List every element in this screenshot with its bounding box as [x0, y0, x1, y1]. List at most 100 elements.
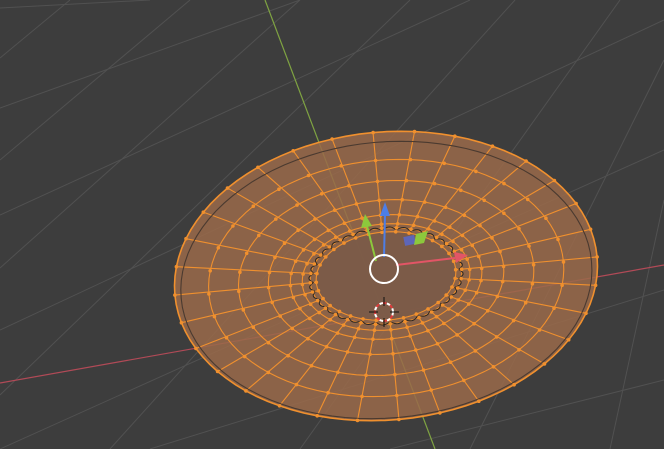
mesh-vertex[interactable] [326, 390, 330, 395]
mesh-vertex[interactable] [316, 288, 321, 293]
mesh-vertex[interactable] [453, 134, 457, 138]
mesh-vertex[interactable] [544, 216, 548, 220]
mesh-vertex[interactable] [361, 317, 365, 321]
mesh-vertex[interactable] [415, 214, 420, 219]
mesh-vertex[interactable] [421, 368, 426, 372]
mesh-vertex[interactable] [409, 227, 413, 231]
mesh-vertex[interactable] [459, 267, 464, 272]
mesh-vertex[interactable] [477, 254, 481, 259]
mesh-vertex[interactable] [256, 165, 260, 170]
mesh-vertex[interactable] [472, 321, 476, 326]
mesh-vertex[interactable] [584, 311, 588, 316]
mesh-vertex[interactable] [312, 262, 317, 266]
mesh-vertex[interactable] [332, 208, 337, 212]
mesh-vertex[interactable] [324, 344, 329, 349]
mesh-vertex[interactable] [282, 241, 287, 245]
mesh-vertex[interactable] [305, 262, 309, 266]
mesh-vertex[interactable] [490, 144, 495, 148]
mesh-vertex[interactable] [313, 217, 317, 221]
mesh-vertex[interactable] [354, 202, 359, 206]
mesh-vertex[interactable] [442, 321, 446, 326]
mesh-vertex[interactable] [333, 235, 338, 240]
mesh-vertex[interactable] [306, 336, 310, 341]
mesh-vertex[interactable] [412, 129, 417, 134]
mesh-vertex[interactable] [460, 233, 465, 238]
mesh-vertex[interactable] [338, 238, 343, 242]
mesh-vertex[interactable] [459, 248, 464, 252]
mesh-vertex[interactable] [473, 349, 478, 353]
mesh-vertex[interactable] [332, 247, 336, 252]
mesh-vertex[interactable] [449, 295, 454, 299]
mesh-vertex[interactable] [327, 245, 332, 249]
mesh-vertex[interactable] [401, 316, 406, 320]
mesh-vertex[interactable] [467, 267, 472, 272]
mesh-vertex[interactable] [330, 137, 334, 141]
mesh-vertex[interactable] [495, 294, 500, 299]
mesh-vertex[interactable] [395, 222, 400, 226]
mesh-vertex[interactable] [267, 270, 272, 275]
mesh-vertex[interactable] [179, 320, 184, 325]
mesh-vertex[interactable] [371, 337, 375, 342]
mesh-vertex[interactable] [443, 205, 448, 210]
mesh-vertex[interactable] [293, 259, 298, 264]
mesh-vertex[interactable] [408, 157, 413, 162]
mesh-vertex[interactable] [407, 231, 411, 235]
mesh-vertex[interactable] [455, 286, 460, 290]
mesh-vertex[interactable] [314, 280, 319, 285]
mesh-vertex[interactable] [388, 322, 393, 326]
mesh-vertex[interactable] [394, 226, 399, 230]
mesh-vertex[interactable] [561, 260, 566, 264]
mesh-vertex[interactable] [298, 306, 302, 311]
mesh-vertex[interactable] [342, 241, 346, 245]
mesh-vertex[interactable] [337, 309, 342, 314]
mesh-vertex[interactable] [517, 226, 521, 231]
mesh-vertex[interactable] [491, 365, 496, 369]
3d-viewport[interactable] [0, 0, 664, 449]
mesh-vertex[interactable] [266, 285, 271, 290]
mesh-vertex[interactable] [447, 251, 451, 256]
mesh-vertex[interactable] [525, 197, 530, 202]
mesh-vertex[interactable] [552, 178, 557, 183]
mesh-vertex[interactable] [440, 244, 444, 249]
mesh-vertex[interactable] [438, 411, 442, 415]
mesh-vertex[interactable] [309, 363, 314, 368]
mesh-vertex[interactable] [432, 181, 437, 186]
mesh-vertex[interactable] [434, 235, 439, 240]
mesh-vertex[interactable] [426, 307, 430, 311]
mesh-vertex[interactable] [360, 216, 364, 220]
mesh-vertex[interactable] [403, 319, 407, 324]
mesh-vertex[interactable] [542, 362, 547, 366]
mesh-vertex[interactable] [426, 328, 430, 333]
mesh-vertex[interactable] [266, 370, 271, 375]
mesh-vertex[interactable] [173, 293, 177, 297]
mesh-vertex[interactable] [353, 236, 358, 240]
mesh-vertex[interactable] [174, 264, 179, 269]
mesh-vertex[interactable] [207, 292, 211, 296]
mesh-vertex[interactable] [397, 417, 401, 422]
mesh-vertex[interactable] [277, 187, 281, 191]
mesh-vertex[interactable] [560, 283, 564, 288]
mesh-vertex[interactable] [588, 227, 593, 232]
mesh-vertex[interactable] [440, 232, 444, 237]
mesh-vertex[interactable] [498, 249, 502, 254]
mesh-vertex[interactable] [455, 333, 459, 337]
mesh-vertex[interactable] [448, 225, 452, 229]
mesh-vertex[interactable] [405, 325, 409, 330]
mesh-vertex[interactable] [556, 237, 560, 242]
mesh-vertex[interactable] [273, 255, 277, 260]
mesh-vertex[interactable] [474, 290, 479, 295]
mesh-vertex[interactable] [328, 317, 333, 322]
mesh-vertex[interactable] [375, 179, 380, 184]
mesh-vertex[interactable] [208, 269, 212, 273]
mesh-vertex[interactable] [393, 372, 397, 377]
mesh-vertex[interactable] [345, 350, 350, 354]
mesh-vertex[interactable] [201, 210, 206, 214]
mesh-vertex[interactable] [523, 300, 528, 305]
mesh-vertex[interactable] [326, 228, 331, 233]
mesh-vertex[interactable] [270, 300, 275, 305]
mesh-vertex[interactable] [485, 309, 490, 313]
mesh-vertex[interactable] [194, 346, 198, 351]
mesh-vertex[interactable] [444, 293, 449, 297]
mesh-vertex[interactable] [339, 164, 344, 168]
mesh-vertex[interactable] [364, 373, 368, 378]
